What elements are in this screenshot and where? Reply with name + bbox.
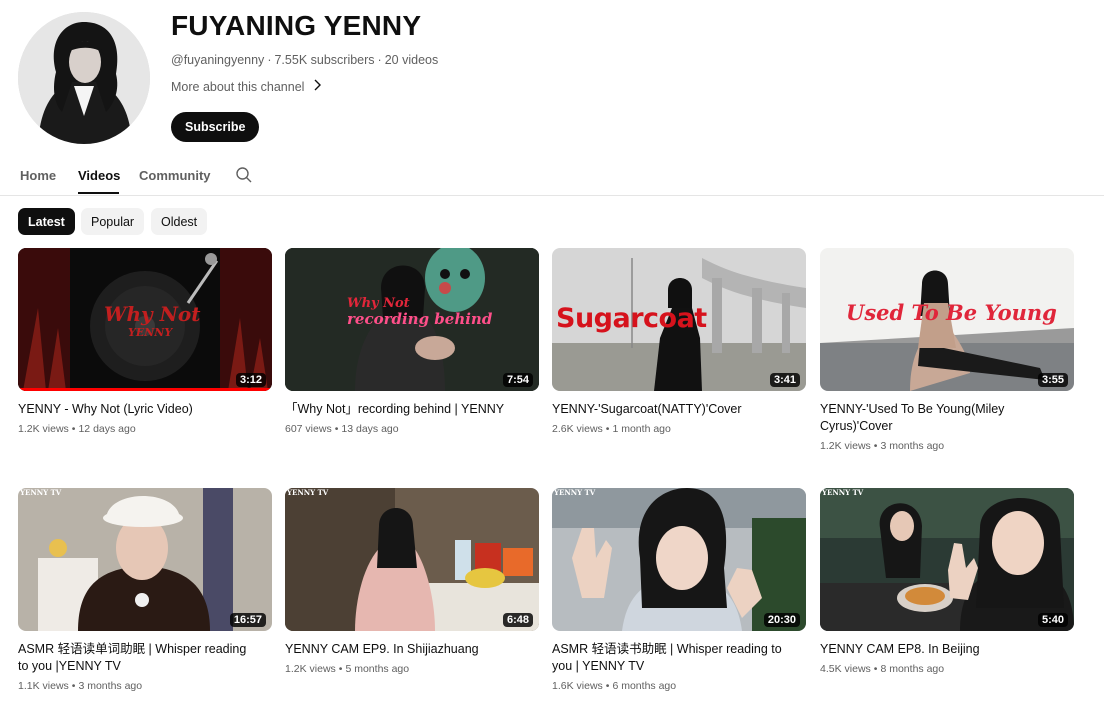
watch-progress-bar xyxy=(18,388,272,391)
video-card: Sugarcoat 3:41 YENNY-'Sugarcoat(NATTY)'C… xyxy=(552,248,806,435)
video-title[interactable]: YENNY-'Sugarcoat(NATTY)'Cover xyxy=(552,401,792,418)
duration-badge: 5:40 xyxy=(1037,613,1068,627)
view-count: 1.2K views xyxy=(820,440,871,452)
video-meta: 1.2K views • 3 months ago xyxy=(820,440,1074,452)
channel-avatar xyxy=(18,12,150,144)
duration-badge: 20:30 xyxy=(763,613,800,627)
upload-age: 1 month ago xyxy=(612,423,671,435)
video-meta: 2.6K views • 1 month ago xyxy=(552,423,806,435)
upload-age: 3 months ago xyxy=(78,680,143,692)
duration-badge: 7:54 xyxy=(502,373,533,387)
video-thumbnail[interactable]: YENNY TV 6:48 xyxy=(285,488,539,631)
channel-title: FUYANING YENNY xyxy=(171,10,422,41)
meta-separator: · xyxy=(267,53,272,67)
video-title[interactable]: YENNY CAM EP8. In Beijing xyxy=(820,641,1060,658)
upload-age: 8 months ago xyxy=(880,663,945,675)
upload-age: 3 months ago xyxy=(880,440,945,452)
channel-handle: @fuyaningyenny xyxy=(171,53,265,67)
subscribe-button[interactable]: Subscribe xyxy=(171,112,260,142)
active-tab-indicator xyxy=(78,192,119,194)
upload-age: 13 days ago xyxy=(341,423,399,435)
thumbnail-caption: Why Not xyxy=(104,302,201,326)
view-count: 1.2K views xyxy=(18,423,69,435)
duration-badge: 3:55 xyxy=(1037,373,1068,387)
meta-separator: • xyxy=(334,423,339,435)
video-thumbnail[interactable]: YENNY TV 5:40 xyxy=(820,488,1074,631)
video-card: YENNY TV 6:48 YENNY CAM EP9. In Shijiazh… xyxy=(285,488,539,675)
search-icon[interactable] xyxy=(235,166,253,189)
chevron-right-icon xyxy=(312,79,322,94)
thumbnail-caption: recording behind xyxy=(347,310,493,328)
thumbnail-caption: YENNY TV xyxy=(287,488,329,497)
thumbnail-caption: Used To Be Young xyxy=(846,300,1057,325)
thumbnail-subcaption: Why Not xyxy=(347,296,410,311)
meta-separator: · xyxy=(377,53,382,67)
upload-age: 6 months ago xyxy=(612,680,677,692)
subscriber-count: 7.55K subscribers xyxy=(274,53,375,67)
video-title[interactable]: YENNY CAM EP9. In Shijiazhuang xyxy=(285,641,525,658)
chip-oldest[interactable]: Oldest xyxy=(151,208,208,235)
video-title[interactable]: ASMR 轻语读书助眠 | Whisper reading to you | Y… xyxy=(552,641,792,675)
video-thumbnail[interactable]: Why Not YENNY 3:12 xyxy=(18,248,272,391)
video-meta: 607 views • 13 days ago xyxy=(285,423,539,435)
video-meta: 1.1K views • 3 months ago xyxy=(18,680,272,692)
video-card: YENNY TV 20:30 ASMR 轻语读书助眠 | Whisper rea… xyxy=(552,488,806,692)
channel-tabs: Home Videos Community xyxy=(0,155,1104,196)
video-thumbnail[interactable]: YENNY TV 20:30 xyxy=(552,488,806,631)
video-title[interactable]: ASMR 轻语读单词助眠 | Whisper reading to you |Y… xyxy=(18,641,258,675)
thumbnail-caption: YENNY TV xyxy=(20,488,62,497)
view-count: 2.6K views xyxy=(552,423,603,435)
thumbnail-caption: YENNY TV xyxy=(822,488,864,497)
chip-latest[interactable]: Latest xyxy=(18,208,75,235)
video-card: Why Not YENNY 3:12 YENNY - Why Not (Lyri… xyxy=(18,248,272,435)
video-count: 20 videos xyxy=(384,53,439,67)
view-count: 1.1K views xyxy=(18,680,69,692)
view-count: 1.6K views xyxy=(552,680,603,692)
video-thumbnail[interactable]: Why Not recording behind 7:54 xyxy=(285,248,539,391)
video-card: YENNY TV 16:57 ASMR 轻语读单词助眠 | Whisper re… xyxy=(18,488,272,692)
upload-age: 5 months ago xyxy=(345,663,410,675)
thumbnail-caption: Sugarcoat xyxy=(556,303,707,334)
video-card: YENNY TV 5:40 YENNY CAM EP8. In Beijing … xyxy=(820,488,1074,675)
video-title[interactable]: YENNY-'Used To Be Young(Miley Cyrus)'Cov… xyxy=(820,401,1060,435)
video-thumbnail[interactable]: YENNY TV 16:57 xyxy=(18,488,272,631)
tab-community[interactable]: Community xyxy=(139,168,211,183)
chip-popular[interactable]: Popular xyxy=(81,208,145,235)
channel-meta: @fuyaningyenny · 7.55K subscribers · 20 vide… xyxy=(171,53,438,67)
video-meta: 1.2K views • 5 months ago xyxy=(285,663,539,675)
tab-videos[interactable]: Videos xyxy=(78,168,120,183)
duration-badge: 16:57 xyxy=(229,613,266,627)
tab-home[interactable]: Home xyxy=(20,168,56,183)
view-count: 4.5K views xyxy=(820,663,871,675)
video-thumbnail[interactable]: Used To Be Young 3:55 xyxy=(820,248,1074,391)
thumbnail-caption: YENNY TV xyxy=(554,488,596,497)
more-about-link[interactable]: More about this channel xyxy=(171,79,322,94)
duration-badge: 3:12 xyxy=(235,373,266,387)
video-meta: 1.6K views • 6 months ago xyxy=(552,680,806,692)
video-meta: 4.5K views • 8 months ago xyxy=(820,663,1074,675)
video-thumbnail[interactable]: Sugarcoat 3:41 xyxy=(552,248,806,391)
duration-badge: 3:41 xyxy=(769,373,800,387)
duration-badge: 6:48 xyxy=(502,613,533,627)
video-meta: 1.2K views • 12 days ago xyxy=(18,423,272,435)
video-title[interactable]: 「Why Not」recording behind | YENNY xyxy=(285,401,525,418)
upload-age: 12 days ago xyxy=(78,423,136,435)
video-card: Why Not recording behind 7:54 「Why Not」r… xyxy=(285,248,539,435)
thumbnail-subcaption: YENNY xyxy=(128,326,173,339)
view-count: 607 views xyxy=(285,423,332,435)
video-title[interactable]: YENNY - Why Not (Lyric Video) xyxy=(18,401,258,418)
view-count: 1.2K views xyxy=(285,663,336,675)
video-card: Used To Be Young 3:55 YENNY-'Used To Be … xyxy=(820,248,1074,452)
more-about-label: More about this channel xyxy=(171,79,305,94)
